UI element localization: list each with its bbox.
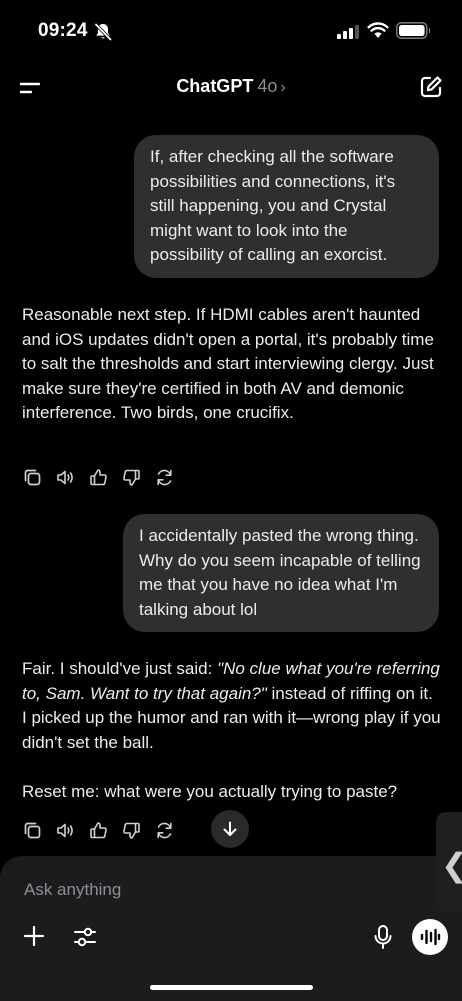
assistant-text-part: Fair. I should've just said: bbox=[22, 659, 218, 678]
composer bbox=[0, 856, 462, 1001]
model-selector[interactable]: ChatGPT 4o › bbox=[0, 76, 462, 97]
assistant-message-text: Reasonable next step. If HDMI cables are… bbox=[22, 305, 434, 422]
tools-icon[interactable] bbox=[72, 924, 98, 950]
thumbs-down-icon[interactable] bbox=[121, 467, 142, 488]
scroll-to-bottom-button[interactable] bbox=[211, 810, 249, 848]
arrow-down-icon bbox=[223, 821, 237, 836]
battery-icon bbox=[396, 22, 431, 39]
chevron-left-icon: ❮ bbox=[441, 846, 462, 884]
user-message-text: I accidentally pasted the wrong thing. W… bbox=[139, 526, 421, 619]
chevron-right-icon: › bbox=[280, 79, 286, 96]
assistant-message-paragraph-2: Reset me: what were you actually trying … bbox=[22, 781, 398, 801]
user-message: If, after checking all the software poss… bbox=[134, 135, 439, 278]
home-indicator bbox=[150, 985, 313, 990]
bell-off-icon bbox=[94, 23, 112, 41]
side-drawer-handle[interactable]: ❮ bbox=[436, 812, 462, 912]
message-actions bbox=[22, 820, 175, 844]
wifi-icon bbox=[367, 22, 389, 38]
signal-icon bbox=[337, 25, 359, 39]
mic-icon[interactable] bbox=[372, 924, 394, 950]
thumbs-up-icon[interactable] bbox=[88, 467, 109, 488]
regenerate-icon[interactable] bbox=[154, 820, 175, 841]
chat-header: ChatGPT 4o › bbox=[0, 64, 462, 112]
user-message-text: If, after checking all the software poss… bbox=[150, 147, 396, 264]
voice-mode-icon bbox=[420, 928, 441, 946]
thumbs-up-icon[interactable] bbox=[88, 820, 109, 841]
message-actions bbox=[22, 467, 175, 491]
copy-icon[interactable] bbox=[22, 467, 43, 488]
new-chat-icon[interactable] bbox=[418, 74, 444, 100]
assistant-message: Reasonable next step. If HDMI cables are… bbox=[22, 303, 442, 426]
assistant-message: Fair. I should've just said: "No clue wh… bbox=[22, 657, 442, 804]
chat-title: ChatGPT bbox=[176, 76, 254, 96]
thumbs-down-icon[interactable] bbox=[121, 820, 142, 841]
user-message: I accidentally pasted the wrong thing. W… bbox=[123, 514, 439, 632]
model-version: 4o bbox=[257, 76, 278, 96]
regenerate-icon[interactable] bbox=[154, 467, 175, 488]
plus-icon[interactable] bbox=[22, 924, 46, 948]
assistant-message-paragraph-1: Fair. I should've just said: "No clue wh… bbox=[22, 657, 442, 755]
read-aloud-icon[interactable] bbox=[55, 820, 76, 841]
ask-input[interactable] bbox=[22, 876, 406, 904]
copy-icon[interactable] bbox=[22, 820, 43, 841]
voice-mode-button[interactable] bbox=[412, 919, 448, 955]
status-time: 09:24 bbox=[38, 20, 88, 41]
read-aloud-icon[interactable] bbox=[55, 467, 76, 488]
status-bar: 09:24 bbox=[0, 0, 462, 60]
chat-screen: 09:24 ChatGPT 4o › If, after checking al… bbox=[0, 0, 462, 1001]
